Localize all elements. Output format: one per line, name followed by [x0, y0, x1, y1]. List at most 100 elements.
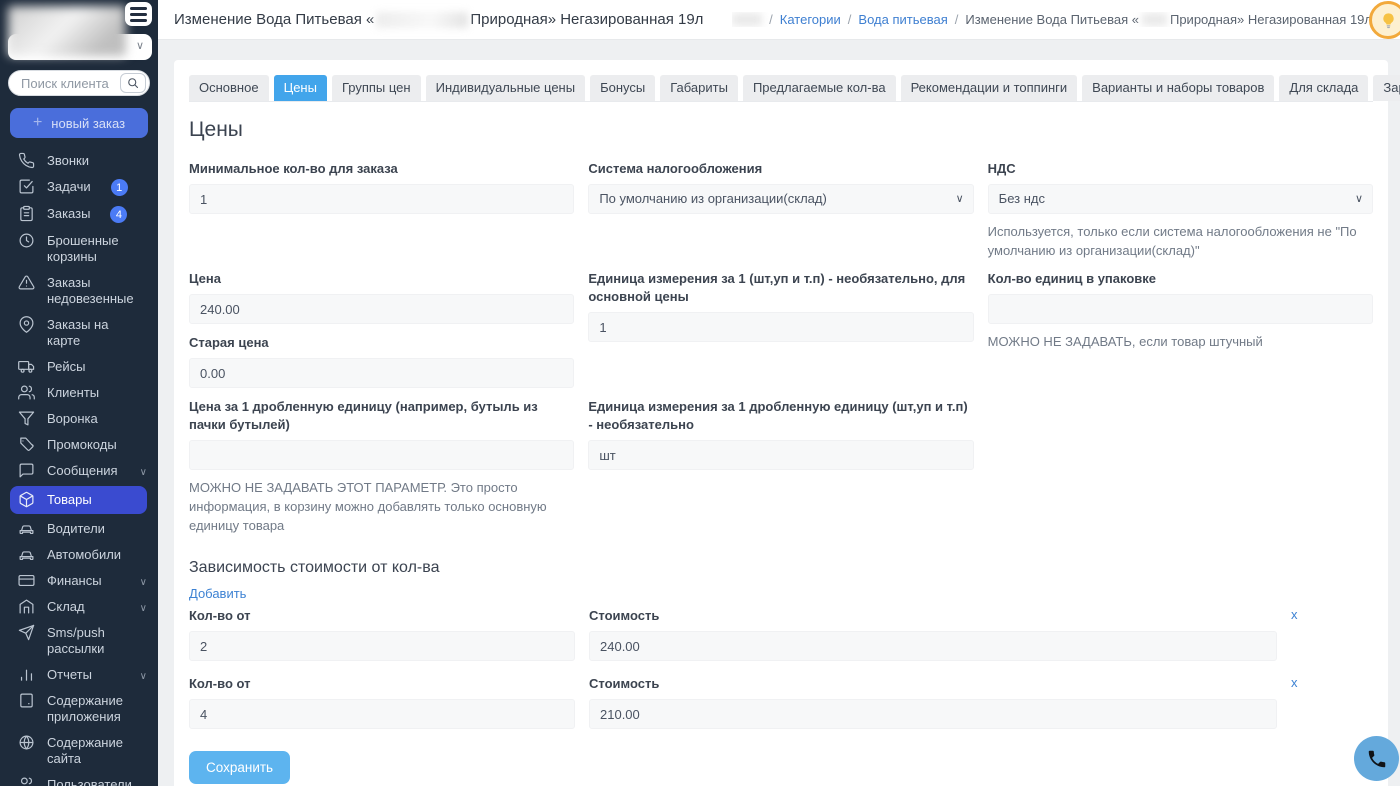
sidebar-item-products[interactable]: Товары: [10, 486, 147, 514]
split-price-input[interactable]: [189, 440, 574, 470]
sidebar-item-reports[interactable]: Отчеты ∨: [0, 662, 158, 688]
qty-pricing-row: Кол-во от Стоимость x: [189, 607, 1373, 661]
breadcrumb-current: Изменение Вода Питьевая «: [965, 12, 1139, 27]
sidebar-item-site-content[interactable]: Содержание сайта: [0, 730, 158, 772]
qty-from-input[interactable]: [189, 699, 575, 729]
sidebar-item-undelivered-orders[interactable]: Заказы недовезенные: [0, 270, 158, 312]
tab-main[interactable]: Основное: [189, 75, 269, 101]
unit-main-input[interactable]: [588, 312, 973, 342]
chevron-down-icon: ∨: [1355, 192, 1363, 205]
sidebar-item-tasks[interactable]: Задачи 1: [0, 174, 158, 201]
sidebar-item-abandoned-carts[interactable]: Брошенные корзины: [0, 228, 158, 270]
chevron-down-icon: ∨: [136, 39, 144, 52]
chevron-down-icon: ∨: [956, 192, 964, 205]
main-area: Изменение Вода Питьевая « Природная» Нег…: [158, 0, 1400, 786]
truck-icon: [18, 358, 35, 375]
cost-input[interactable]: [589, 631, 1277, 661]
tasks-badge: 1: [111, 179, 128, 196]
funnel-icon: [18, 410, 35, 427]
sidebar-item-sms-push[interactable]: Sms/push рассылки: [0, 620, 158, 662]
package-icon: [18, 491, 35, 508]
old-price-input[interactable]: [189, 358, 574, 388]
sidebar-item-drivers[interactable]: Водители: [0, 516, 158, 542]
field-pack-qty: Кол-во единиц в упаковке МОЖНО НЕ ЗАДАВА…: [988, 270, 1373, 388]
field-qty-from: Кол-во от: [189, 675, 575, 729]
phone-icon: [1366, 748, 1388, 770]
sidebar-item-funnel[interactable]: Воронка: [0, 406, 158, 432]
search-button[interactable]: [120, 73, 146, 93]
tab-dimensions[interactable]: Габариты: [660, 75, 738, 101]
sidebar-item-warehouse[interactable]: Склад ∨: [0, 594, 158, 620]
tab-prices[interactable]: Цены: [274, 75, 327, 101]
chevron-down-icon: ∨: [140, 601, 147, 617]
field-old-price: Старая цена: [189, 334, 574, 388]
vat-select[interactable]: Без ндс ∨: [988, 184, 1373, 214]
prices-form: Минимальное кол-во для заказа Система на…: [189, 160, 1373, 535]
globe-icon: [18, 734, 35, 751]
save-button[interactable]: Сохранить: [189, 751, 290, 784]
pack-qty-input[interactable]: [988, 294, 1373, 324]
app-icon: [18, 692, 35, 709]
field-tax-system: Система налогообложения По умолчанию из …: [588, 160, 973, 260]
tab-variants-sets[interactable]: Варианты и наборы товаров: [1082, 75, 1274, 101]
blurred-brand-name: [1142, 13, 1167, 26]
remove-row-link[interactable]: x: [1291, 607, 1298, 622]
breadcrumb-categories-link[interactable]: Категории: [780, 12, 841, 27]
field-split-unit: Единица измерения за 1 дробленную единиц…: [588, 398, 973, 535]
content-card: Основное Цены Группы цен Индивидуальные …: [174, 60, 1388, 786]
sidebar-item-calls[interactable]: Звонки: [0, 148, 158, 174]
sidebar-item-users[interactable]: Пользователи: [0, 772, 158, 786]
menu-toggle-button[interactable]: [125, 2, 152, 26]
field-qty-from: Кол-во от: [189, 607, 575, 661]
tab-price-groups[interactable]: Группы цен: [332, 75, 421, 101]
field-min-qty: Минимальное кол-во для заказа: [189, 160, 574, 260]
sidebar-item-messages[interactable]: Сообщения ∨: [0, 458, 158, 484]
bar-chart-icon: [18, 666, 35, 683]
product-tabs: Основное Цены Группы цен Индивидуальные …: [189, 75, 1373, 102]
sidebar-item-clients[interactable]: Клиенты: [0, 380, 158, 406]
chevron-down-icon: ∨: [140, 669, 147, 685]
warehouse-icon: [18, 598, 35, 615]
sidebar-item-orders[interactable]: Заказы 4: [0, 201, 158, 228]
breadcrumb-water-link[interactable]: Вода питьевая: [858, 12, 947, 27]
sidebar-item-finance[interactable]: Финансы ∨: [0, 568, 158, 594]
sidebar-item-promocodes[interactable]: Промокоды: [0, 432, 158, 458]
sidebar-nav: Звонки Задачи 1 Заказы 4 Брошенные корзи…: [0, 148, 158, 786]
people-icon: [18, 384, 35, 401]
tab-suggested-qty[interactable]: Предлагаемые кол-ва: [743, 75, 896, 101]
split-unit-input[interactable]: [588, 440, 973, 470]
add-qty-row-link[interactable]: Добавить: [189, 586, 246, 601]
remove-row-link[interactable]: x: [1291, 675, 1298, 690]
sidebar-item-orders-map[interactable]: Заказы на карте: [0, 312, 158, 354]
breadcrumb: / Категории / Вода питьевая / Изменение …: [732, 12, 1372, 27]
help-lightbulb-button[interactable]: [1369, 1, 1400, 39]
tab-bonuses[interactable]: Бонусы: [590, 75, 655, 101]
chat-icon: [18, 462, 35, 479]
sidebar-item-trips[interactable]: Рейсы: [0, 354, 158, 380]
price-input[interactable]: [189, 294, 574, 324]
field-split-price: Цена за 1 дробленную единицу (например, …: [189, 398, 574, 535]
blurred-breadcrumb-root: [732, 13, 762, 26]
company-logo-area: ∨: [0, 0, 158, 62]
tab-individual-prices[interactable]: Индивидуальные цены: [426, 75, 585, 101]
blurred-brand-name: [376, 12, 468, 28]
top-header: Изменение Вода Питьевая « Природная» Нег…: [158, 0, 1400, 40]
field-vat: НДС Без ндс ∨ Используется, только если …: [988, 160, 1373, 260]
car-icon: [18, 520, 35, 537]
new-order-button[interactable]: + новый заказ: [10, 108, 148, 138]
sidebar-item-app-content[interactable]: Содержание приложения: [0, 688, 158, 730]
tab-recommendations[interactable]: Рекомендации и топпинги: [901, 75, 1078, 101]
sidebar-item-cars[interactable]: Автомобили: [0, 542, 158, 568]
field-cost: Стоимость: [589, 607, 1277, 661]
cost-input[interactable]: [589, 699, 1277, 729]
tasks-icon: [18, 178, 35, 195]
map-pin-icon: [18, 316, 35, 333]
chevron-down-icon: ∨: [140, 575, 147, 591]
tab-for-warehouse[interactable]: Для склада: [1279, 75, 1368, 101]
tab-salary[interactable]: Зарплата: [1373, 75, 1400, 101]
call-fab-button[interactable]: [1354, 736, 1399, 781]
qty-from-input[interactable]: [189, 631, 575, 661]
tax-system-select[interactable]: По умолчанию из организации(склад) ∨: [588, 184, 973, 214]
min-qty-input[interactable]: [189, 184, 574, 214]
company-logo-blurred: [8, 6, 126, 56]
